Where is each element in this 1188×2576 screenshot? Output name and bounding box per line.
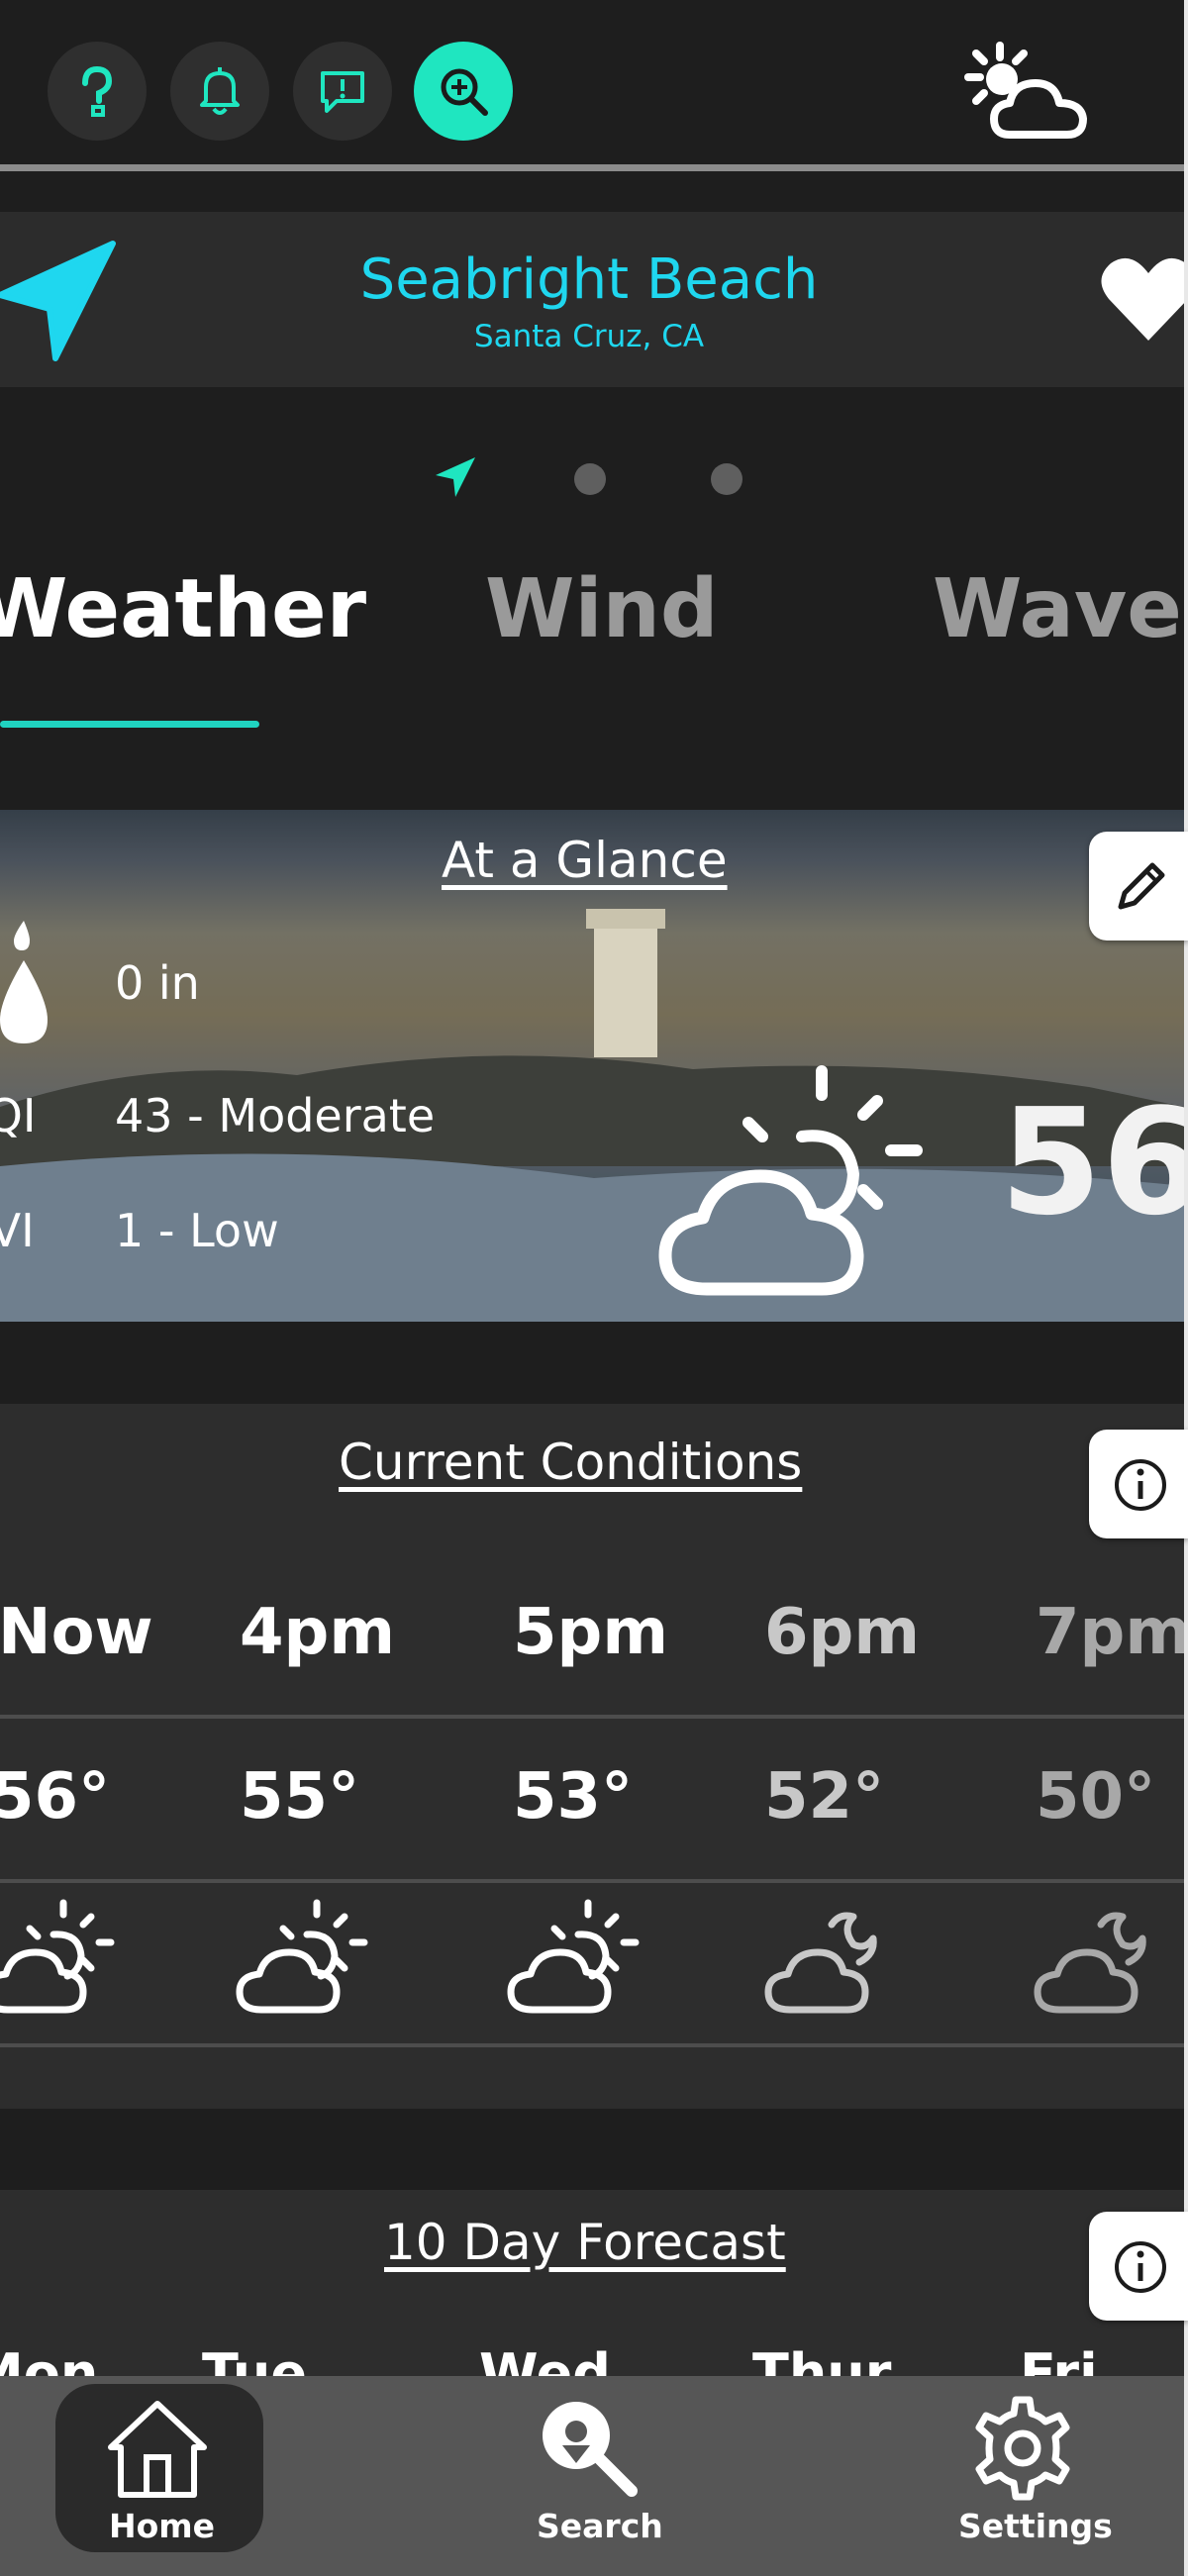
current-temperature: 56 <box>1000 1077 1184 1247</box>
partly-sunny-icon <box>507 1899 640 2014</box>
hour-label: 7pm <box>1036 1596 1188 1669</box>
heart-icon[interactable] <box>1099 251 1188 350</box>
help-button[interactable] <box>48 42 147 141</box>
home-icon[interactable] <box>103 2394 212 2503</box>
aqi-label: AQI <box>0 1089 37 1142</box>
pager-dot[interactable] <box>711 463 742 495</box>
partly-cloudy-night-icon <box>1034 1912 1146 2014</box>
feedback-button[interactable] <box>293 42 392 141</box>
screen-edge <box>1184 0 1188 2576</box>
hour-label: 4pm <box>240 1596 396 1669</box>
tab-waves[interactable]: Waves <box>933 562 1188 656</box>
partly-sunny-icon <box>658 1065 923 1296</box>
forecast-title: 10 Day Forecast <box>384 2214 786 2271</box>
row-divider <box>0 1879 1184 1883</box>
pencil-icon <box>1118 862 1165 910</box>
precip-value: 0 in <box>115 956 200 1010</box>
current-conditions-title: Current Conditions <box>339 1434 803 1491</box>
bell-icon <box>200 67 240 115</box>
hour-temp: 53° <box>513 1760 634 1833</box>
location-name[interactable]: Seabright Beach <box>0 248 1178 312</box>
active-tab-indicator <box>0 721 259 728</box>
partly-sunny-icon <box>236 1899 368 2014</box>
row-divider <box>0 1715 1184 1719</box>
hour-label: 5pm <box>513 1596 669 1669</box>
partly-sunny-icon[interactable] <box>960 40 1099 149</box>
glance-card: At a Glance 0 in AQI 43 - Moderate UVI 1… <box>0 810 1184 1322</box>
hour-label: 6pm <box>764 1596 921 1669</box>
forecast-info-button[interactable] <box>1089 2212 1188 2321</box>
glance-title: At a Glance <box>442 832 728 889</box>
nav-home-label[interactable]: Home <box>109 2507 215 2545</box>
gear-icon[interactable] <box>968 2394 1077 2503</box>
nav-search-label[interactable]: Search <box>537 2507 663 2545</box>
uvi-label: UVI <box>0 1204 35 1257</box>
hour-temp: 52° <box>764 1760 885 1833</box>
edit-button[interactable] <box>1089 832 1188 941</box>
current-conditions-info-button[interactable] <box>1089 1430 1188 1538</box>
uvi-value: 1 - Low <box>115 1204 279 1257</box>
zoom-button[interactable] <box>414 42 513 141</box>
tab-weather[interactable]: Weather <box>0 562 366 656</box>
top-divider <box>0 164 1184 171</box>
help-icon <box>82 65 113 117</box>
hour-label: Now <box>0 1596 153 1669</box>
info-icon <box>1115 1459 1166 1511</box>
info-icon <box>1115 2241 1166 2293</box>
location-subtitle: Santa Cruz, CA <box>473 319 705 354</box>
nav-settings-label[interactable]: Settings <box>958 2507 1113 2545</box>
raindrop-icon <box>0 921 48 1043</box>
aqi-value: 43 - Moderate <box>115 1089 436 1142</box>
hour-temp: 50° <box>1036 1760 1156 1833</box>
tab-wind[interactable]: Wind <box>485 562 719 656</box>
partly-sunny-icon <box>0 1899 115 2014</box>
partly-cloudy-night-icon <box>764 1912 877 2014</box>
feedback-icon <box>321 71 364 113</box>
hour-temp: 55° <box>240 1760 360 1833</box>
notifications-button[interactable] <box>170 42 269 141</box>
pager-location-icon[interactable] <box>434 453 479 499</box>
hour-temp: 56° <box>0 1760 111 1833</box>
row-divider <box>0 2043 1184 2047</box>
zoom-icon <box>441 68 488 116</box>
pager-dot[interactable] <box>574 463 606 495</box>
search-location-icon[interactable] <box>533 2392 642 2501</box>
